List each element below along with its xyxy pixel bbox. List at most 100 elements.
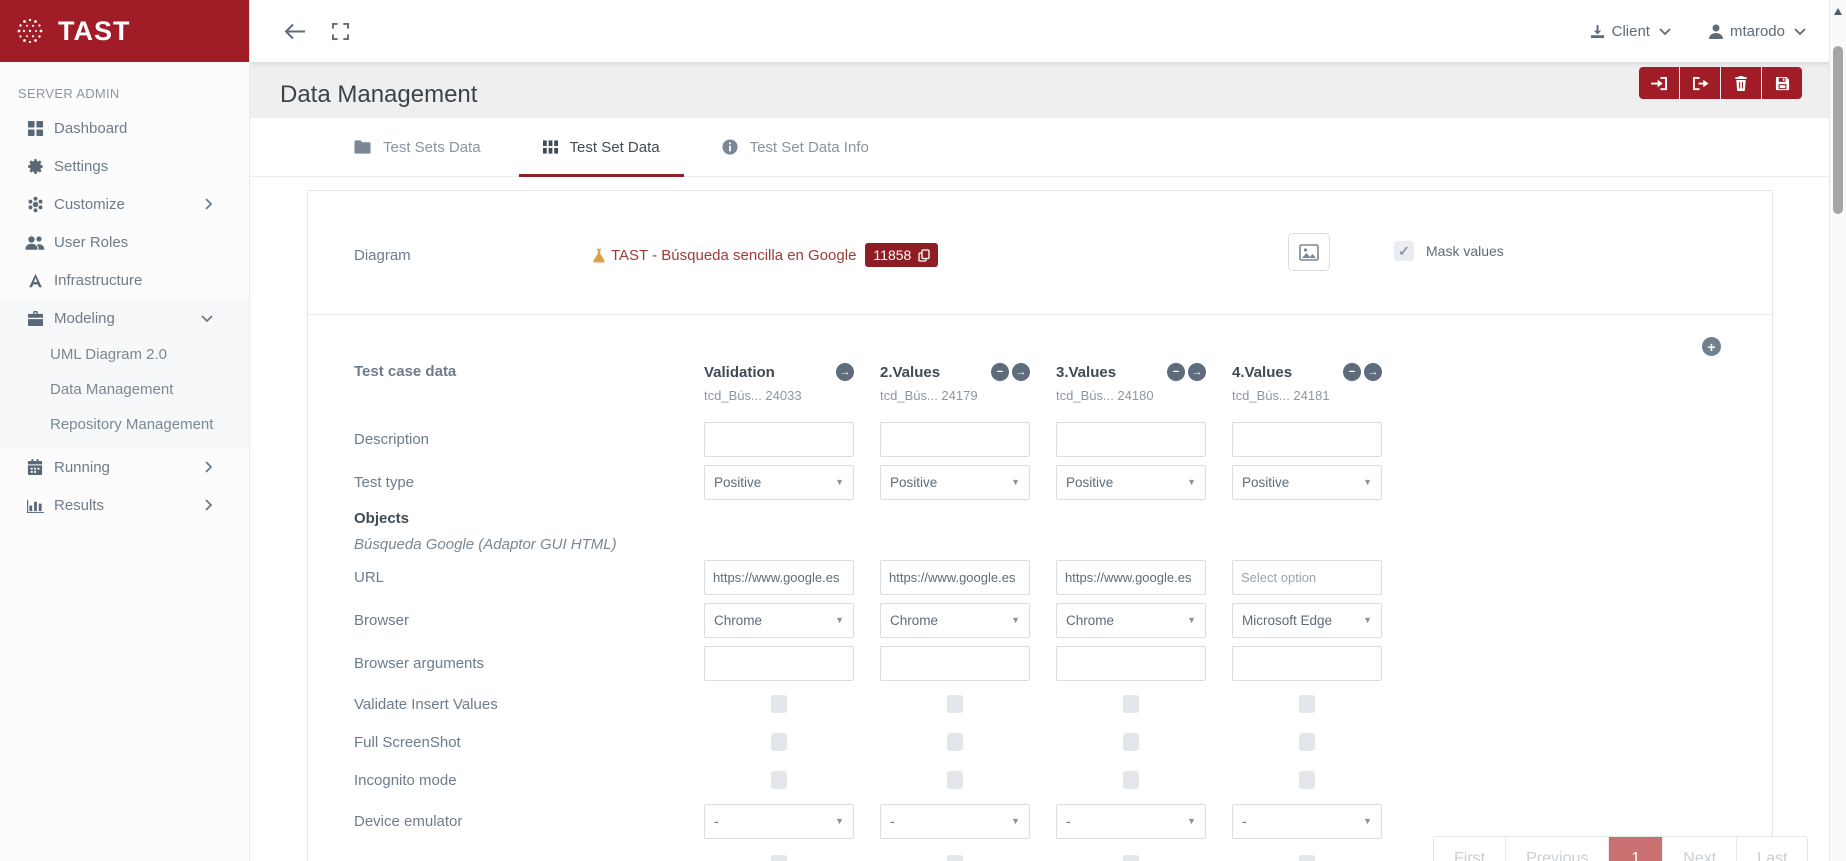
fullscreen-icon[interactable] xyxy=(332,22,349,40)
mask-values-checkbox[interactable]: ✓ xyxy=(1394,241,1414,261)
row-label: Browser arguments xyxy=(354,654,485,672)
add-column-button[interactable]: + xyxy=(1702,337,1721,356)
chevron-down-icon: ▼ xyxy=(1363,615,1372,625)
user-menu[interactable]: mtarodo xyxy=(1708,23,1806,40)
description-input-1[interactable] xyxy=(704,421,854,457)
chevron-down-icon: ▼ xyxy=(1187,816,1196,826)
device-emulator-select-1[interactable]: - ▼ xyxy=(704,803,854,839)
client-menu-label: Client xyxy=(1611,22,1650,40)
save-button[interactable] xyxy=(1762,67,1802,99)
browser-arguments-input-4[interactable] xyxy=(1232,645,1382,681)
incognito-mode-checkbox-4[interactable] xyxy=(1299,771,1315,789)
description-input-3[interactable] xyxy=(1056,421,1206,457)
full-screenshot-checkbox-4[interactable] xyxy=(1299,733,1315,751)
export-button[interactable] xyxy=(1680,67,1720,99)
browser-arguments-input-2[interactable] xyxy=(880,645,1030,681)
validate-insert-values-checkbox-1[interactable] xyxy=(771,695,787,713)
column-header-validation: Validation → tcd_Bús... 24033 xyxy=(704,363,854,403)
client-menu[interactable]: Client xyxy=(1590,23,1671,40)
minus-circle-icon[interactable]: − xyxy=(1167,363,1185,381)
extra-checkbox-4[interactable] xyxy=(1299,855,1315,861)
tab-test-set-data-info[interactable]: Test Set Data Info xyxy=(698,118,893,176)
row-label: Device emulator xyxy=(354,812,463,830)
url-input-1[interactable] xyxy=(704,560,854,595)
browser-select-3[interactable]: Chrome ▼ xyxy=(1056,602,1206,638)
sidebar-item-results[interactable]: Results xyxy=(0,486,249,524)
description-input-2[interactable] xyxy=(880,421,1030,457)
diagram-id-badge[interactable]: 11858 xyxy=(865,243,939,267)
page-previous[interactable]: Previous xyxy=(1506,837,1610,861)
page-first[interactable]: First xyxy=(1434,837,1507,861)
chevron-down-icon: ▼ xyxy=(1011,816,1020,826)
device-emulator-select-2[interactable]: - ▼ xyxy=(880,803,1030,839)
full-screenshot-checkbox-2[interactable] xyxy=(947,733,963,751)
row-label: Incognito mode xyxy=(354,771,457,789)
test-type-select-2[interactable]: Positive ▼ xyxy=(880,464,1030,500)
sidebar-item-infrastructure[interactable]: Infrastructure xyxy=(0,261,249,299)
sidebar-subitem-uml-diagram-2-0[interactable]: UML Diagram 2.0 xyxy=(0,337,249,372)
sidebar-item-user-roles[interactable]: User Roles xyxy=(0,223,249,261)
arrow-circle-icon[interactable]: → xyxy=(1012,363,1030,381)
browser-arguments-input-1[interactable] xyxy=(704,645,854,681)
incognito-mode-checkbox-1[interactable] xyxy=(771,771,787,789)
full-screenshot-checkbox-3[interactable] xyxy=(1123,733,1139,751)
sidebar-item-settings[interactable]: Settings xyxy=(0,147,249,185)
sidebar-item-customize[interactable]: Customize xyxy=(0,185,249,223)
sidebar-subitem-repository-management[interactable]: Repository Management xyxy=(0,407,249,442)
column-subtitle: tcd_Bús... 24179 xyxy=(880,388,978,403)
scrollbar-up-arrow[interactable] xyxy=(1834,8,1842,15)
column-subtitle: tcd_Bús... 24180 xyxy=(1056,388,1154,403)
test-type-select-3[interactable]: Positive ▼ xyxy=(1056,464,1206,500)
incognito-mode-checkbox-2[interactable] xyxy=(947,771,963,789)
validate-insert-values-checkbox-3[interactable] xyxy=(1123,695,1139,713)
scrollbar-thumb[interactable] xyxy=(1833,46,1843,214)
arrow-circle-icon[interactable]: → xyxy=(1364,363,1382,381)
validate-insert-values-checkbox-2[interactable] xyxy=(947,695,963,713)
extra-checkbox-1[interactable] xyxy=(771,855,787,861)
full-screenshot-checkbox-1[interactable] xyxy=(771,733,787,751)
description-input-4[interactable] xyxy=(1232,421,1382,457)
url-input-4[interactable] xyxy=(1232,560,1382,595)
minus-circle-icon[interactable]: − xyxy=(991,363,1009,381)
sidebar-item-label: Modeling xyxy=(54,309,115,327)
sidebar-item-modeling[interactable]: Modeling xyxy=(0,299,249,337)
extra-checkbox-3[interactable] xyxy=(1123,855,1139,861)
test-type-select-4[interactable]: Positive ▼ xyxy=(1232,464,1382,500)
browser-select-2[interactable]: Chrome ▼ xyxy=(880,602,1030,638)
delete-button[interactable] xyxy=(1721,67,1761,99)
chevron-down-icon xyxy=(1794,27,1806,36)
import-button[interactable] xyxy=(1639,67,1679,99)
back-icon[interactable] xyxy=(284,23,306,40)
browser-arguments-input-3[interactable] xyxy=(1056,645,1206,681)
test-type-select-1[interactable]: Positive ▼ xyxy=(704,464,854,500)
sidebar-item-dashboard[interactable]: Dashboard xyxy=(0,109,249,147)
extra-checkbox-2[interactable] xyxy=(947,855,963,861)
scrollbar[interactable] xyxy=(1829,0,1846,861)
incognito-mode-checkbox-3[interactable] xyxy=(1123,771,1139,789)
chevron-right-icon xyxy=(204,499,213,511)
sidebar-subitem-data-management[interactable]: Data Management xyxy=(0,372,249,407)
url-input-2[interactable] xyxy=(880,560,1030,595)
device-emulator-select-4[interactable]: - ▼ xyxy=(1232,803,1382,839)
tab-test-set-data[interactable]: Test Set Data xyxy=(518,118,684,177)
chevron-down-icon xyxy=(201,314,213,323)
url-input-3[interactable] xyxy=(1056,560,1206,595)
sidebar-item-running[interactable]: Running xyxy=(0,448,249,486)
arrow-circle-icon[interactable]: → xyxy=(836,363,854,381)
minus-circle-icon[interactable]: − xyxy=(1343,363,1361,381)
tab-test-sets-data[interactable]: Test Sets Data xyxy=(330,118,505,176)
row-label: Objects xyxy=(354,509,410,527)
page-next[interactable]: Next xyxy=(1663,837,1738,861)
diagram-image-button[interactable] xyxy=(1288,233,1330,271)
diagram-link[interactable]: TAST - Búsqueda sencilla en Google xyxy=(592,247,856,264)
browser-select-1[interactable]: Chrome ▼ xyxy=(704,602,854,638)
page-last[interactable]: Last xyxy=(1737,837,1807,861)
arrow-circle-icon[interactable]: → xyxy=(1188,363,1206,381)
page-1[interactable]: 1 xyxy=(1609,837,1664,861)
validate-insert-values-checkbox-4[interactable] xyxy=(1299,695,1315,713)
browser-select-4[interactable]: Microsoft Edge ▼ xyxy=(1232,602,1382,638)
device-emulator-select-3[interactable]: - ▼ xyxy=(1056,803,1206,839)
select-value: Positive xyxy=(1242,474,1290,490)
select-value: Chrome xyxy=(714,612,763,628)
select-value: Chrome xyxy=(1066,612,1115,628)
